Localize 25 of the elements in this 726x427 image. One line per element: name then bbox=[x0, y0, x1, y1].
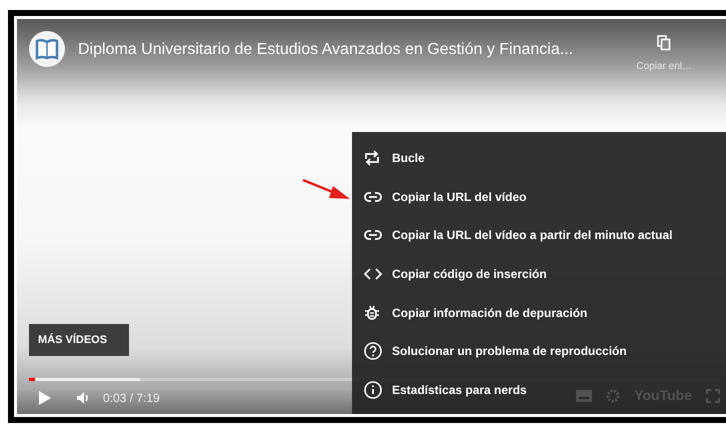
menu-item[interactable]: Bucle bbox=[364, 139, 425, 178]
menu-item[interactable]: Copiar código de inserción bbox=[364, 254, 547, 294]
pointer-arrow bbox=[302, 178, 352, 202]
info-icon bbox=[364, 380, 382, 399]
loop-icon bbox=[364, 150, 380, 166]
link-icon bbox=[364, 230, 382, 240]
help-icon bbox=[364, 342, 382, 360]
time-display: 0:03 / 7:19 bbox=[103, 390, 160, 406]
more-videos-button[interactable]: MÁS VÍDEOS bbox=[29, 324, 129, 356]
subtitles-icon[interactable] bbox=[576, 390, 592, 402]
menu-item[interactable]: Estadísticas para nerds bbox=[364, 370, 527, 410]
code-icon bbox=[364, 268, 382, 280]
menu-item[interactable]: Solucionar un problema de reproducción bbox=[364, 332, 627, 371]
copy-icon[interactable] bbox=[657, 35, 672, 51]
link-icon bbox=[364, 192, 382, 202]
menu-item[interactable]: Copiar la URL del vídeo a partir del minuto actual bbox=[364, 216, 672, 255]
channel-avatar-icon[interactable] bbox=[29, 31, 65, 67]
bug-icon bbox=[364, 304, 380, 321]
menu-item[interactable]: Copiar la URL del vídeo bbox=[364, 178, 526, 216]
menu-item[interactable]: Copiar información de depuración bbox=[364, 293, 588, 332]
settings-icon[interactable] bbox=[606, 388, 620, 402]
volume-icon[interactable] bbox=[77, 392, 89, 404]
video-title[interactable]: Diploma Universitario de Estudios Avanzados en Gestión y Financia... bbox=[78, 38, 574, 62]
fullscreen-icon[interactable] bbox=[706, 388, 720, 402]
play-icon[interactable] bbox=[39, 390, 51, 404]
